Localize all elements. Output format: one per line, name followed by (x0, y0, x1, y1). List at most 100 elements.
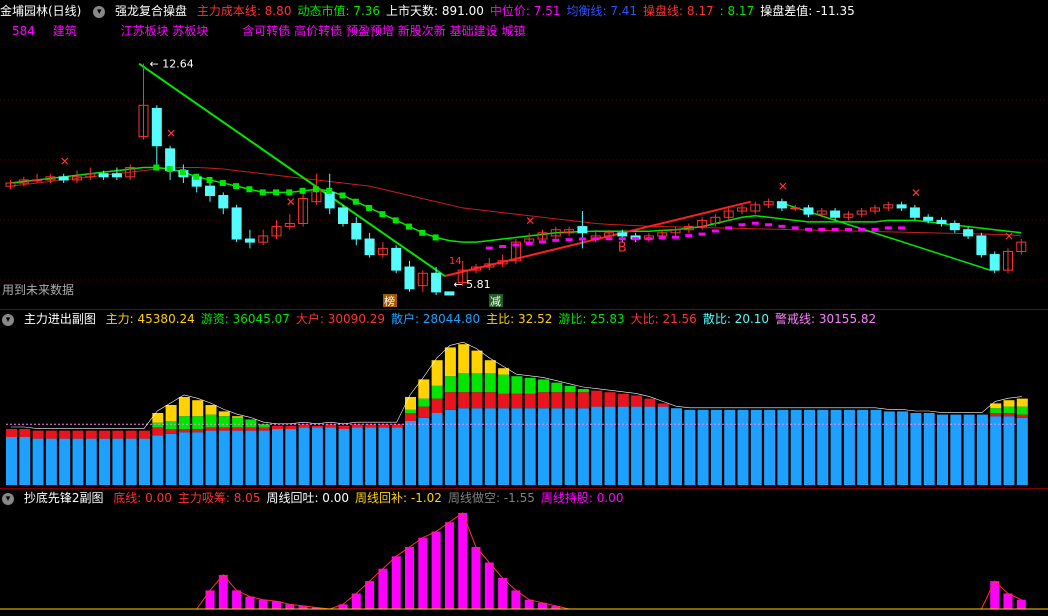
flow-bar-游资 (524, 377, 536, 394)
flow-bar-散户 (165, 433, 177, 485)
flow-bar-散户 (178, 432, 190, 485)
flow-bar-散户 (484, 408, 496, 485)
main-field-0: 主力成本线: 8.80 (196, 4, 292, 18)
flow-bar-大户 (631, 395, 643, 407)
flow-bar-大户 (431, 398, 443, 413)
flow-bar-大户 (112, 430, 124, 439)
flow-bar-散户 (976, 414, 988, 485)
flow-bar-散户 (112, 438, 124, 485)
candle-body (58, 176, 69, 181)
flow-bar-散户 (538, 408, 549, 485)
signal-dot-pink (499, 245, 507, 249)
candle-body (364, 238, 375, 256)
flow-bar-散户 (338, 429, 350, 485)
sub1-title[interactable]: 主力进出副图 (24, 312, 96, 326)
flow-bar-散户 (258, 430, 270, 485)
candle-body (896, 204, 907, 209)
flow-bar-大户 (484, 392, 496, 409)
flow-bar-大户 (458, 392, 470, 409)
flow-bar-散户 (325, 427, 337, 485)
indicator-name[interactable]: 强龙复合操盘 (115, 4, 187, 18)
flow-bar-大户 (165, 429, 177, 434)
candle-body (431, 272, 442, 293)
flow-bar-散户 (232, 430, 244, 485)
candle-body (338, 207, 348, 224)
flow-bar-大户 (99, 430, 111, 439)
signal-dot-pink (898, 226, 906, 230)
signal-dot-green (166, 166, 173, 173)
x-marker-4: ✕ (778, 180, 788, 194)
flow-bar-散户 (737, 409, 749, 485)
signal-dot-pink (565, 238, 573, 242)
flow-bar-散户 (245, 430, 257, 485)
absorb-bar (431, 531, 441, 609)
high-label: ← 12.64 (150, 58, 194, 71)
flow-bar-游资 (192, 416, 204, 429)
flow-bar-散户 (870, 409, 882, 485)
x-marker-2: ✕ (286, 195, 296, 209)
flow-bar-散户 (830, 409, 842, 485)
sub1-field-2: 大户: 30090.29 (295, 312, 386, 326)
main-field-5: 操盘线: 8.17 (643, 4, 714, 18)
main-field-6: : 8.17 (719, 4, 755, 18)
flow-bar-主力 (192, 400, 204, 417)
signal-dot-pink (539, 240, 546, 244)
sub1-field-0: 主力: 45380.24 (105, 312, 195, 326)
settings-icon[interactable]: ▾ (93, 5, 106, 18)
flow-bar-散户 (937, 414, 948, 485)
sub2-field-3: 周线回补: -1.02 (355, 491, 442, 505)
flow-bar-主力 (405, 397, 416, 410)
flow-bar-主力 (218, 411, 230, 417)
flow-bar-散户 (32, 438, 44, 485)
signal-dot-pink (884, 226, 892, 230)
signal-dot-pink (738, 223, 746, 227)
sub2-field-2: 周线回吐: 0.00 (266, 491, 350, 505)
flow-bar-大户 (205, 427, 217, 431)
sub2-settings-icon[interactable]: ▾ (2, 492, 14, 505)
x-marker-5: ✕ (911, 186, 921, 200)
main-field-1: 动态市值: 7.36 (297, 4, 381, 18)
signal-dot-green (366, 204, 373, 211)
flow-bar-散户 (99, 438, 111, 485)
absorb-bar (418, 537, 428, 609)
flow-bar-大户 (152, 427, 164, 436)
flow-bar-散户 (351, 427, 363, 485)
sub2-bottom-chart[interactable] (0, 506, 1048, 616)
flow-bar-大户 (1003, 413, 1015, 417)
signal-dot-green (406, 223, 412, 230)
flow-bar-散户 (1016, 417, 1028, 485)
candle-body (790, 207, 801, 210)
signal-dot-pink (751, 221, 759, 225)
flow-bar-主力 (431, 360, 443, 386)
signal-dot-green (352, 198, 359, 205)
flow-bar-大户 (285, 425, 297, 429)
candle-body (111, 173, 122, 178)
sub1-field-6: 大比: 21.56 (630, 312, 697, 326)
sub1-settings-icon[interactable]: ▾ (2, 313, 14, 326)
flow-bar-主力 (165, 405, 177, 421)
sub1-field-1: 游资: 36045.07 (200, 312, 290, 326)
signal-dot-pink (578, 237, 586, 241)
flow-bar-游资 (152, 422, 164, 428)
sub1-fields: 主力: 45380.24 游资: 36045.07 大户: 30090.29 散户: … (106, 312, 883, 326)
flow-bar-大户 (511, 393, 523, 409)
flow-bar-大户 (351, 424, 363, 428)
signal-dot-pink (552, 238, 560, 242)
signal-dot-green (246, 186, 253, 193)
main-candlestick-chart[interactable]: ← 12.64 ← 5.81 用到未来数据 B 14 榜 减 ✕ ✕ ✕ ✕ ✕ ✕ ✕ (0, 20, 1048, 310)
absorb-bar (1003, 593, 1013, 609)
flow-bar-大户 (192, 429, 204, 433)
sub1-flow-chart[interactable] (0, 327, 1048, 487)
flow-bar-大户 (139, 430, 150, 439)
flow-bar-主力 (152, 413, 164, 423)
signal-dot-pink (805, 227, 812, 231)
flow-bar-散户 (365, 427, 377, 485)
flow-bar-大户 (311, 425, 323, 428)
sub2-field-4: 周线做空: -1.55 (447, 491, 535, 505)
candle-body (936, 219, 947, 224)
signal-dot-green (432, 234, 439, 241)
candle-body (391, 247, 402, 271)
flow-bar-大户 (444, 392, 456, 410)
flow-bar-游资 (564, 385, 576, 393)
sub2-title[interactable]: 抄底先锋2副图 (24, 491, 104, 505)
